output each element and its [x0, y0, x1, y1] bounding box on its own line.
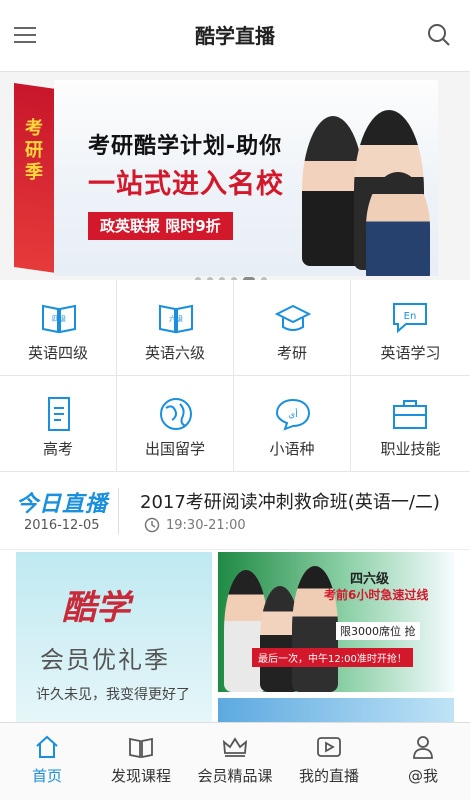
cet4-icon-text: 四级: [52, 314, 66, 323]
user-icon: [413, 736, 433, 759]
live-course-title[interactable]: 2017考研阅读冲刺救命班(英语一/二): [140, 488, 440, 514]
tab-label: 发现课程: [110, 767, 171, 785]
tab-my-live[interactable]: 我的直播: [282, 723, 376, 800]
book-cet4-icon: 四级: [42, 304, 76, 334]
promo-person-image: [292, 566, 338, 692]
banner-slide[interactable]: 考研季 考研酷学计划-助你 一站式进入名校 政英联报 限时9折: [14, 80, 438, 276]
banner-front-panel: 考研酷学计划-助你 一站式进入名校 政英联报 限时9折: [54, 80, 438, 276]
chat-bubble-en-icon: En: [393, 303, 427, 334]
category-label: 考研: [276, 344, 307, 362]
promo-banner[interactable]: 考研季 考研酷学计划-助你 一站式进入名校 政英联报 限时9折: [0, 72, 470, 280]
globe-icon: [160, 398, 192, 430]
category-cet6[interactable]: 六级 英语六级: [117, 280, 234, 376]
speech-bubble-icon: أي: [275, 398, 311, 431]
promo-headline: 考前6小时急速过线: [324, 588, 429, 602]
promo-seats: 限3000席位 抢: [336, 622, 420, 640]
secondary-promo-tile[interactable]: [218, 698, 454, 722]
promo-brand: 酷学: [62, 588, 130, 628]
english-icon-text: En: [404, 311, 417, 322]
today-live-logo: 今日直播: [16, 492, 109, 517]
promo-title: 会员优礼季: [40, 646, 170, 674]
category-label: 高考: [42, 440, 73, 458]
top-bar: 酷学直播: [0, 0, 470, 72]
search-icon[interactable]: [426, 22, 452, 48]
category-label: 英语六级: [144, 344, 205, 362]
tab-member-courses[interactable]: 会员精品课: [188, 723, 282, 800]
tab-label: @我: [407, 767, 438, 785]
live-time: 19:30-21:00: [166, 518, 246, 533]
banner-person-image: [366, 172, 430, 276]
document-icon: [48, 397, 70, 431]
category-minor-language[interactable]: أي 小语种: [234, 376, 351, 472]
clock-icon: [144, 517, 160, 533]
banner-main-slogan: 一站式进入名校: [88, 169, 284, 200]
bottom-tab-bar: 首页 发现课程 会员精品课 我的直播 @我: [0, 722, 470, 800]
category-kaoyan[interactable]: 考研: [234, 280, 351, 376]
category-cet4[interactable]: 四级 英语四级: [0, 280, 117, 376]
tab-profile[interactable]: @我: [376, 723, 470, 800]
book-cet6-icon: 六级: [159, 304, 193, 334]
category-gaokao[interactable]: 高考: [0, 376, 117, 472]
cet6-icon-text: 六级: [169, 314, 183, 323]
member-promo-tile[interactable]: 酷学 会员优礼季 许久未见，我变得更好了: [16, 552, 212, 722]
home-icon: [36, 735, 58, 758]
tab-home[interactable]: 首页: [0, 723, 94, 800]
banner-offer-tag: 政英联报 限时9折: [88, 212, 233, 240]
tab-label: 首页: [31, 767, 62, 785]
video-play-icon: [317, 737, 341, 757]
cet-promo-tile[interactable]: 四六级 考前6小时急速过线 限3000席位 抢 最后一次，中午12:00准时开抢…: [218, 552, 454, 692]
category-label: 小语种: [269, 440, 315, 458]
graduation-cap-icon: [274, 304, 312, 331]
promo-level: 四六级: [350, 572, 390, 587]
category-grid: 四级 英语四级 六级 英语六级 考研 En 英语学习 高考 出国留学 أي 小语…: [0, 280, 470, 472]
tab-label: 我的直播: [298, 767, 359, 785]
today-live-card[interactable]: 今日直播 2016-12-05 2017考研阅读冲刺救命班(英语一/二) 19:…: [0, 472, 470, 550]
banner-pagination: [195, 269, 273, 280]
category-label: 英语学习: [380, 344, 441, 362]
briefcase-icon: [393, 400, 427, 429]
crown-icon: [222, 737, 248, 757]
banner-side-text: 考研季: [25, 118, 43, 183]
promo-subtitle: 许久未见，我变得更好了: [36, 687, 190, 703]
category-label: 英语四级: [27, 344, 88, 362]
app-screen: 酷学直播 考研季 考研酷学计划-助你 一站式进入名校 政英联报 限时9折 四级: [0, 0, 470, 800]
category-study-abroad[interactable]: 出国留学: [117, 376, 234, 472]
promo-note: 最后一次，中午12:00准时开抢！: [252, 648, 413, 667]
category-label: 职业技能: [380, 440, 441, 458]
tab-discover-courses[interactable]: 发现课程: [94, 723, 188, 800]
category-english[interactable]: En 英语学习: [351, 280, 470, 376]
tab-label: 会员精品课: [197, 767, 273, 785]
category-career-skills[interactable]: 职业技能: [351, 376, 470, 472]
page-title: 酷学直播: [195, 24, 275, 48]
minor-language-icon-text: أي: [288, 408, 298, 420]
live-date: 2016-12-05: [24, 518, 100, 533]
banner-headline: 考研酷学计划-助你: [88, 134, 283, 159]
open-book-icon: [129, 737, 153, 759]
category-label: 出国留学: [144, 440, 205, 458]
divider: [118, 488, 119, 534]
